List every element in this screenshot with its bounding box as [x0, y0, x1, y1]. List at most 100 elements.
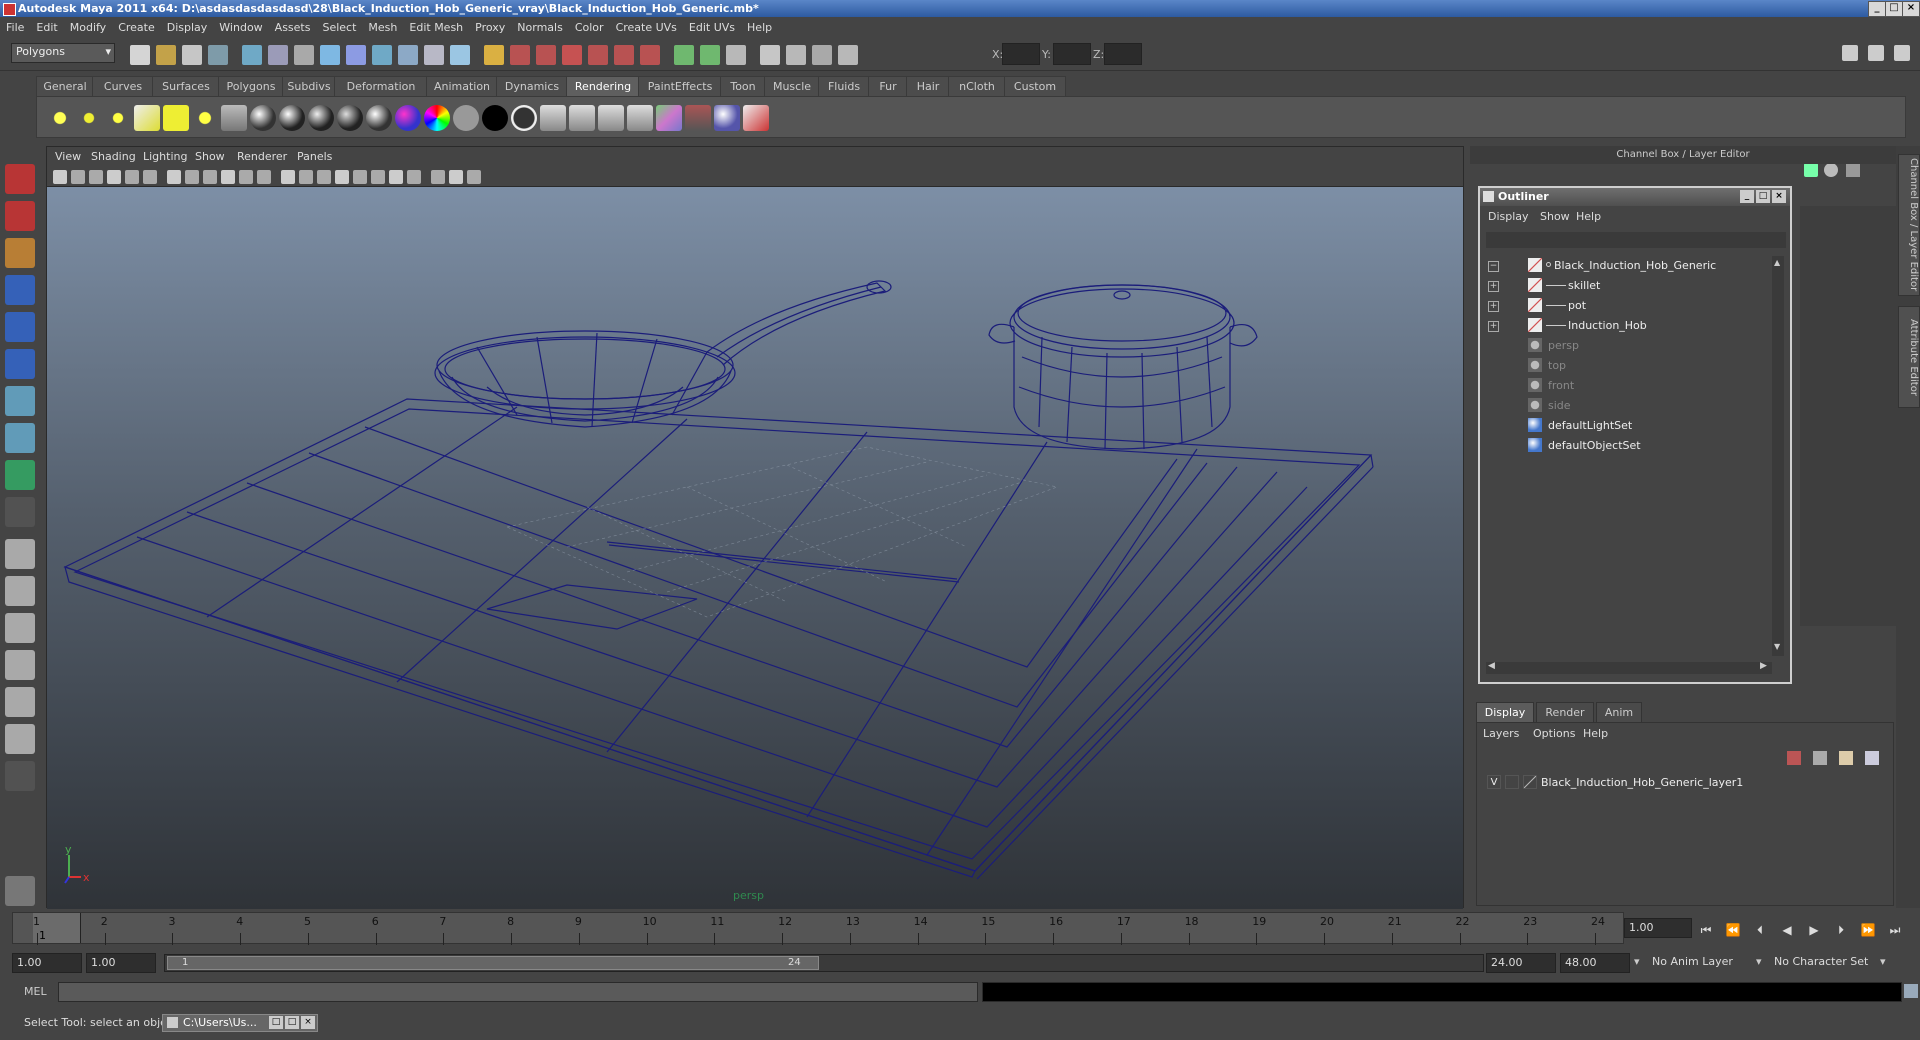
menu-help[interactable]: Help [741, 18, 778, 38]
move-tool-icon[interactable] [5, 275, 35, 305]
hypershade-persp-layout-icon[interactable] [5, 687, 35, 717]
select-tool-icon[interactable] [5, 164, 35, 194]
render-region-icon[interactable] [598, 105, 624, 131]
play-forwards-icon[interactable]: ▶ [1806, 922, 1822, 938]
tab-ncloth[interactable]: nCloth [948, 76, 1006, 96]
layer-options-icon-2[interactable] [1865, 751, 1879, 765]
status-tool-icon[interactable] [320, 45, 340, 65]
tab-attribute-editor[interactable]: Attribute Editor [1898, 306, 1920, 408]
menu-modify[interactable]: Modify [64, 18, 112, 38]
expand-toggle-icon[interactable]: + [1488, 321, 1499, 332]
status-tool-icon[interactable] [294, 45, 314, 65]
channel-box-tool-icon[interactable] [1846, 163, 1860, 177]
isolate-select-icon[interactable] [407, 170, 421, 184]
layer-tab-anim[interactable]: Anim [1596, 702, 1642, 724]
phonge-icon[interactable] [337, 105, 363, 131]
outliner-horizontal-scrollbar[interactable]: ◀ ▶ [1486, 661, 1772, 674]
tab-toon[interactable]: Toon [720, 76, 766, 96]
menu-create[interactable]: Create [112, 18, 161, 38]
layer-menu-layers[interactable]: Layers [1483, 727, 1519, 740]
render-icon[interactable] [540, 105, 566, 131]
tab-custom[interactable]: Custom [1004, 76, 1066, 96]
four-view-layout-icon[interactable] [5, 576, 35, 606]
layer-visibility-toggle[interactable]: V [1487, 775, 1501, 789]
tab-painteffects[interactable]: PaintEffects [638, 76, 722, 96]
spot-light-icon[interactable] [134, 105, 160, 131]
status-tool-icon[interactable] [484, 45, 504, 65]
script-editor-icon[interactable] [1904, 984, 1918, 998]
menu-file[interactable]: File [0, 18, 30, 38]
layered-shader-icon[interactable] [424, 105, 450, 131]
outliner-minimize-button[interactable]: _ [1740, 190, 1754, 203]
status-tool-icon[interactable] [786, 45, 806, 65]
safe-title-icon[interactable] [257, 170, 271, 184]
playback-start-field[interactable]: 1.00 [86, 953, 156, 973]
scroll-left-icon[interactable]: ◀ [1488, 661, 1495, 671]
paint-brush-icon[interactable] [743, 105, 769, 131]
tab-curves[interactable]: Curves [92, 76, 154, 96]
scroll-right-icon[interactable]: ▶ [1760, 661, 1767, 671]
smooth-shade-wireframe-icon[interactable] [317, 170, 331, 184]
channel-box-tool-icon[interactable] [1804, 163, 1818, 177]
time-slider[interactable]: 1 1 2 3 4 5 6 7 8 9 10 11 12 13 14 15 16 17 18 19 20 21 22 23 24 [12, 912, 1624, 945]
menu-assets[interactable]: Assets [269, 18, 317, 38]
layer-options-icon[interactable] [1839, 751, 1853, 765]
volume-light-icon[interactable] [192, 105, 218, 131]
persp-graph-layout-icon[interactable] [5, 650, 35, 680]
layer-type-toggle[interactable] [1505, 775, 1519, 789]
status-tool-icon[interactable] [268, 45, 288, 65]
status-tool-icon[interactable] [346, 45, 366, 65]
persp-graph-hypergraph-icon[interactable] [5, 724, 35, 754]
render-settings-icon[interactable] [685, 105, 711, 131]
chevron-down-icon[interactable]: ▾ [1880, 955, 1886, 968]
status-tool-icon[interactable] [640, 45, 660, 65]
menuset-dropdown[interactable]: Polygons ▾ [11, 43, 115, 63]
status-tool-icon[interactable] [614, 45, 634, 65]
tab-channel-box[interactable]: Channel Box / Layer Editor [1898, 154, 1920, 296]
render-globals-icon[interactable] [221, 105, 247, 131]
surface-shader-icon[interactable] [453, 105, 479, 131]
outliner-item-front[interactable]: front [1480, 376, 1770, 396]
grid-icon[interactable] [143, 170, 157, 184]
outliner-maximize-button[interactable]: □ [1756, 190, 1770, 203]
rotate-tool-icon[interactable] [5, 312, 35, 342]
menu-mesh[interactable]: Mesh [362, 18, 403, 38]
step-forward-frame-icon[interactable]: ⏵ [1833, 922, 1849, 938]
outliner-close-button[interactable]: × [1772, 190, 1786, 203]
status-tool-icon[interactable] [588, 45, 608, 65]
panel-layout-icon-3[interactable] [1894, 45, 1910, 61]
status-tool-icon[interactable] [156, 45, 176, 65]
resolution-gate-icon[interactable] [185, 170, 199, 184]
tab-muscle[interactable]: Muscle [764, 76, 820, 96]
xray-active-icon[interactable] [467, 170, 481, 184]
outliner-item-black-induction-hob-generic[interactable]: − Black_Induction_Hob_Generic [1480, 256, 1770, 276]
chevron-down-icon[interactable]: ▾ [1634, 955, 1640, 968]
tab-fluids[interactable]: Fluids [818, 76, 870, 96]
viewport-menu-show[interactable]: Show [195, 150, 225, 163]
go-to-end-icon[interactable]: ⏭ [1887, 922, 1903, 938]
anisotropic-icon[interactable] [366, 105, 392, 131]
close-button[interactable]: × [1902, 1, 1920, 17]
y-field[interactable] [1053, 43, 1091, 65]
animation-end-field[interactable]: 48.00 [1560, 953, 1630, 973]
status-tool-icon[interactable] [838, 45, 858, 65]
viewport-menu-renderer[interactable]: Renderer [237, 150, 287, 163]
new-layer-icon[interactable] [1787, 751, 1801, 765]
play-backwards-icon[interactable]: ◀ [1779, 922, 1795, 938]
status-tool-icon[interactable] [562, 45, 582, 65]
outliner-menu-display[interactable]: Display [1488, 210, 1529, 223]
tab-animation[interactable]: Animation [426, 76, 498, 96]
layer-color-swatch[interactable] [1523, 775, 1537, 789]
2d-pan-zoom-icon[interactable] [107, 170, 121, 184]
wireframe-icon[interactable] [281, 170, 295, 184]
status-tool-icon[interactable] [450, 45, 470, 65]
menu-proxy[interactable]: Proxy [469, 18, 511, 38]
material-sphere-icon[interactable] [714, 105, 740, 131]
status-tool-icon[interactable] [812, 45, 832, 65]
status-tool-icon[interactable] [536, 45, 556, 65]
render-view-icon[interactable] [627, 105, 653, 131]
tab-general[interactable]: General [36, 76, 94, 96]
show-manipulator-icon[interactable] [5, 460, 35, 490]
use-all-lights-icon[interactable] [353, 170, 367, 184]
panel-layout-icon[interactable] [1842, 45, 1858, 61]
